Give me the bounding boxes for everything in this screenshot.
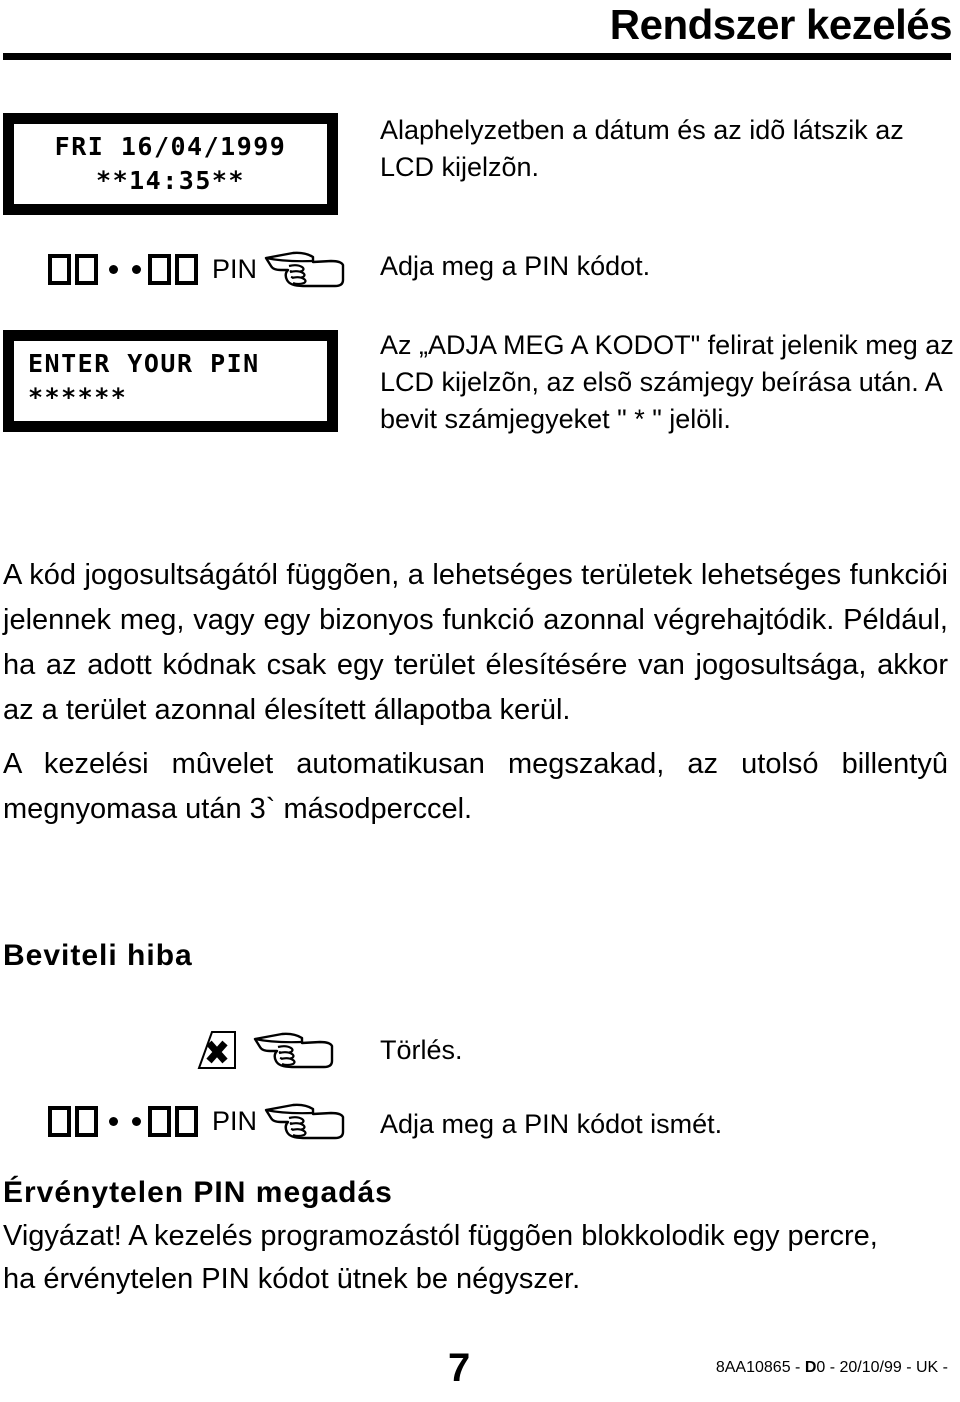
key-dot-icon xyxy=(109,1116,118,1126)
clear-x-key-icon xyxy=(196,1029,252,1071)
instruction-clear: Törlés. xyxy=(380,1035,463,1065)
lcd-line-time: **14:35** xyxy=(96,166,245,195)
page-number: 7 xyxy=(448,1346,471,1390)
key-dot-icon xyxy=(132,1116,141,1126)
document-code: 8AA10865 - D0 - 20/10/99 - UK - xyxy=(716,1357,948,1379)
page-title: Rendszer kezelés xyxy=(609,1,953,48)
lcd-line-prompt: ENTER YOUR PIN xyxy=(28,349,260,378)
instruction-pin-display: Az „ADJA MEG A KODOT" felirat jelenik me… xyxy=(380,330,954,434)
key-box-icon xyxy=(48,1105,71,1137)
lcd-line-masked-pin: ****** xyxy=(28,383,128,412)
key-box-icon xyxy=(75,253,98,285)
doc-code-revision: D xyxy=(804,1359,817,1376)
lcd-screen: FRI 16/04/1999 **14:35** xyxy=(12,122,329,206)
key-box-icon xyxy=(48,253,71,285)
page-header: Rendszer kezelés xyxy=(0,0,960,60)
key-dot-icon xyxy=(132,264,141,274)
instruction-retry-pin: Adja meg a PIN kódot ismét. xyxy=(380,1109,723,1139)
key-box-icon xyxy=(75,1105,98,1137)
instruction-datetime: Alaphelyzetben a dátum és az idõ látszik… xyxy=(380,115,904,182)
keypad-pin-entry-symbol: PIN xyxy=(48,246,347,292)
heading-invalid-pin: Érvénytelen PIN megadás xyxy=(3,1176,393,1209)
heading-input-error: Beviteli hiba xyxy=(3,939,193,972)
header-divider xyxy=(3,53,951,60)
lcd-display-datetime: FRI 16/04/1999 **14:35** xyxy=(3,113,338,215)
lcd-screen: ENTER YOUR PIN ****** xyxy=(12,339,329,423)
key-box-icon xyxy=(148,1105,171,1137)
paragraph-timeout: A kezelési mûvelet automatikusan megszak… xyxy=(3,748,948,825)
instruction-enter-pin: Adja meg a PIN kódot. xyxy=(380,251,651,281)
lcd-line-date: FRI 16/04/1999 xyxy=(54,132,287,161)
key-box-icon xyxy=(175,1105,198,1137)
key-box-icon xyxy=(175,253,198,285)
key-dot-icon xyxy=(109,264,118,274)
pin-label: PIN xyxy=(212,1106,258,1136)
pointing-hand-icon xyxy=(252,1029,336,1071)
lcd-display-enter-pin: ENTER YOUR PIN ****** xyxy=(3,330,338,432)
paragraph-authorization: A kód jogosultságától függõen, a lehetsé… xyxy=(3,559,948,726)
doc-code-prefix: 8AA10865 - xyxy=(715,1359,805,1376)
paragraph-invalid-pin-warning: Vigyázat! A kezelés programozástól függõ… xyxy=(3,1220,878,1295)
pointing-hand-icon xyxy=(263,1100,347,1142)
doc-code-suffix: 0 - 20/10/99 - UK - xyxy=(816,1359,948,1376)
key-box-icon xyxy=(148,253,171,285)
keypad-clear-symbol xyxy=(196,1027,336,1073)
pointing-hand-icon xyxy=(263,248,347,290)
pin-label: PIN xyxy=(212,254,258,284)
keypad-pin-retry-symbol: PIN xyxy=(48,1098,347,1144)
